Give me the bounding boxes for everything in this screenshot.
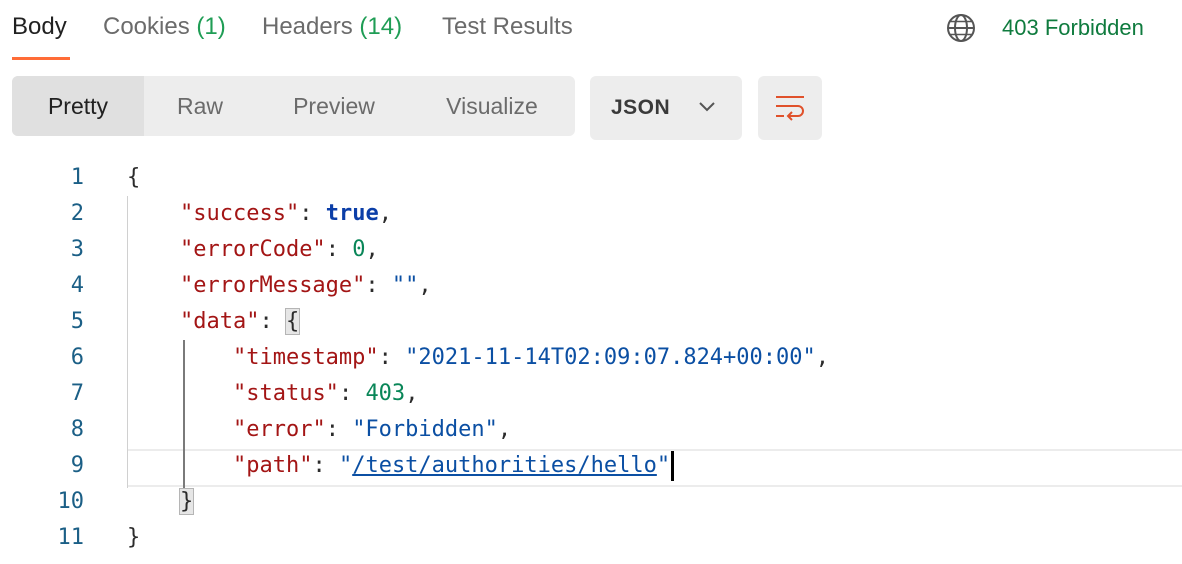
code-line: 1 { xyxy=(0,160,1182,196)
json-value: true xyxy=(325,201,379,226)
json-key: "errorMessage" xyxy=(179,273,366,298)
json-brace: } xyxy=(127,525,141,550)
json-value: 403 xyxy=(365,381,406,406)
tab-label: Headers xyxy=(262,13,353,40)
code-line: 5 "data": { xyxy=(0,304,1182,340)
json-brace-matched: { xyxy=(284,308,301,335)
code-line: 4 "errorMessage": "", xyxy=(0,268,1182,304)
json-key: "success" xyxy=(179,201,300,226)
tab-headers[interactable]: Headers (14) xyxy=(262,13,402,41)
json-brace-matched: } xyxy=(178,488,195,515)
code-line: 6 "timestamp": "2021-11-14T02:09:07.824+… xyxy=(0,340,1182,376)
code-line: 10 } xyxy=(0,484,1182,520)
response-body-editor[interactable]: 1 { 2 "success": true, 3 "errorCode": 0,… xyxy=(0,160,1182,564)
format-selected: JSON xyxy=(611,96,671,119)
json-value: 0 xyxy=(352,237,366,262)
wrap-lines-button[interactable] xyxy=(758,76,822,140)
tab-cookies[interactable]: Cookies (1) xyxy=(103,13,226,41)
line-number: 2 xyxy=(70,201,84,226)
view-mode-raw[interactable]: Raw xyxy=(144,76,256,136)
code-line: 7 "status": 403, xyxy=(0,376,1182,412)
code-line: 11 } xyxy=(0,520,1182,556)
line-number: 9 xyxy=(70,453,84,478)
tab-test-results[interactable]: Test Results xyxy=(442,13,573,41)
format-dropdown[interactable]: JSON xyxy=(590,76,742,140)
text-cursor xyxy=(671,451,675,481)
response-status: 403 Forbidden xyxy=(946,13,1144,43)
tab-count: (14) xyxy=(359,13,403,40)
line-number: 3 xyxy=(70,237,84,262)
line-number: 6 xyxy=(70,345,84,370)
chevron-down-icon xyxy=(699,102,715,112)
tab-label: Test Results xyxy=(442,13,573,40)
json-brace: { xyxy=(127,165,141,190)
view-mode-switcher: Pretty Raw Preview Visualize xyxy=(12,76,575,136)
json-value: "2021-11-14T02:09:07.824+00:00" xyxy=(405,345,816,370)
line-number: 7 xyxy=(70,381,84,406)
view-mode-preview[interactable]: Preview xyxy=(270,76,398,136)
tab-label: Cookies xyxy=(103,13,190,40)
json-key: "status" xyxy=(232,381,339,406)
json-key: "timestamp" xyxy=(232,345,379,370)
line-number: 4 xyxy=(70,273,84,298)
line-number: 11 xyxy=(57,525,85,550)
json-key: "errorCode" xyxy=(179,237,326,262)
active-tab-indicator xyxy=(12,57,70,60)
tab-body[interactable]: Body xyxy=(12,13,67,41)
tab-count: (1) xyxy=(196,13,226,40)
code-line: 9 "path": "/test/authorities/hello" xyxy=(0,448,1182,484)
line-number: 5 xyxy=(70,309,84,334)
status-badge: 403 Forbidden xyxy=(1002,15,1144,40)
view-mode-visualize[interactable]: Visualize xyxy=(422,76,562,136)
line-number: 1 xyxy=(70,165,84,190)
globe-icon[interactable] xyxy=(946,13,976,43)
json-value: "" xyxy=(391,273,419,298)
text-wrap-icon xyxy=(776,96,804,121)
json-value-link[interactable]: /test/authorities/hello xyxy=(352,453,657,478)
tab-label: Body xyxy=(12,13,67,40)
json-key: "error" xyxy=(232,417,326,442)
view-mode-pretty[interactable]: Pretty xyxy=(12,76,144,136)
code-line: 3 "errorCode": 0, xyxy=(0,232,1182,268)
line-number: 8 xyxy=(70,417,84,442)
line-number: 10 xyxy=(57,489,85,514)
code-line: 8 "error": "Forbidden", xyxy=(0,412,1182,448)
json-value: "Forbidden" xyxy=(352,417,498,442)
code-line: 2 "success": true, xyxy=(0,196,1182,232)
json-key: "data" xyxy=(179,309,260,334)
json-key: "path" xyxy=(232,453,313,478)
